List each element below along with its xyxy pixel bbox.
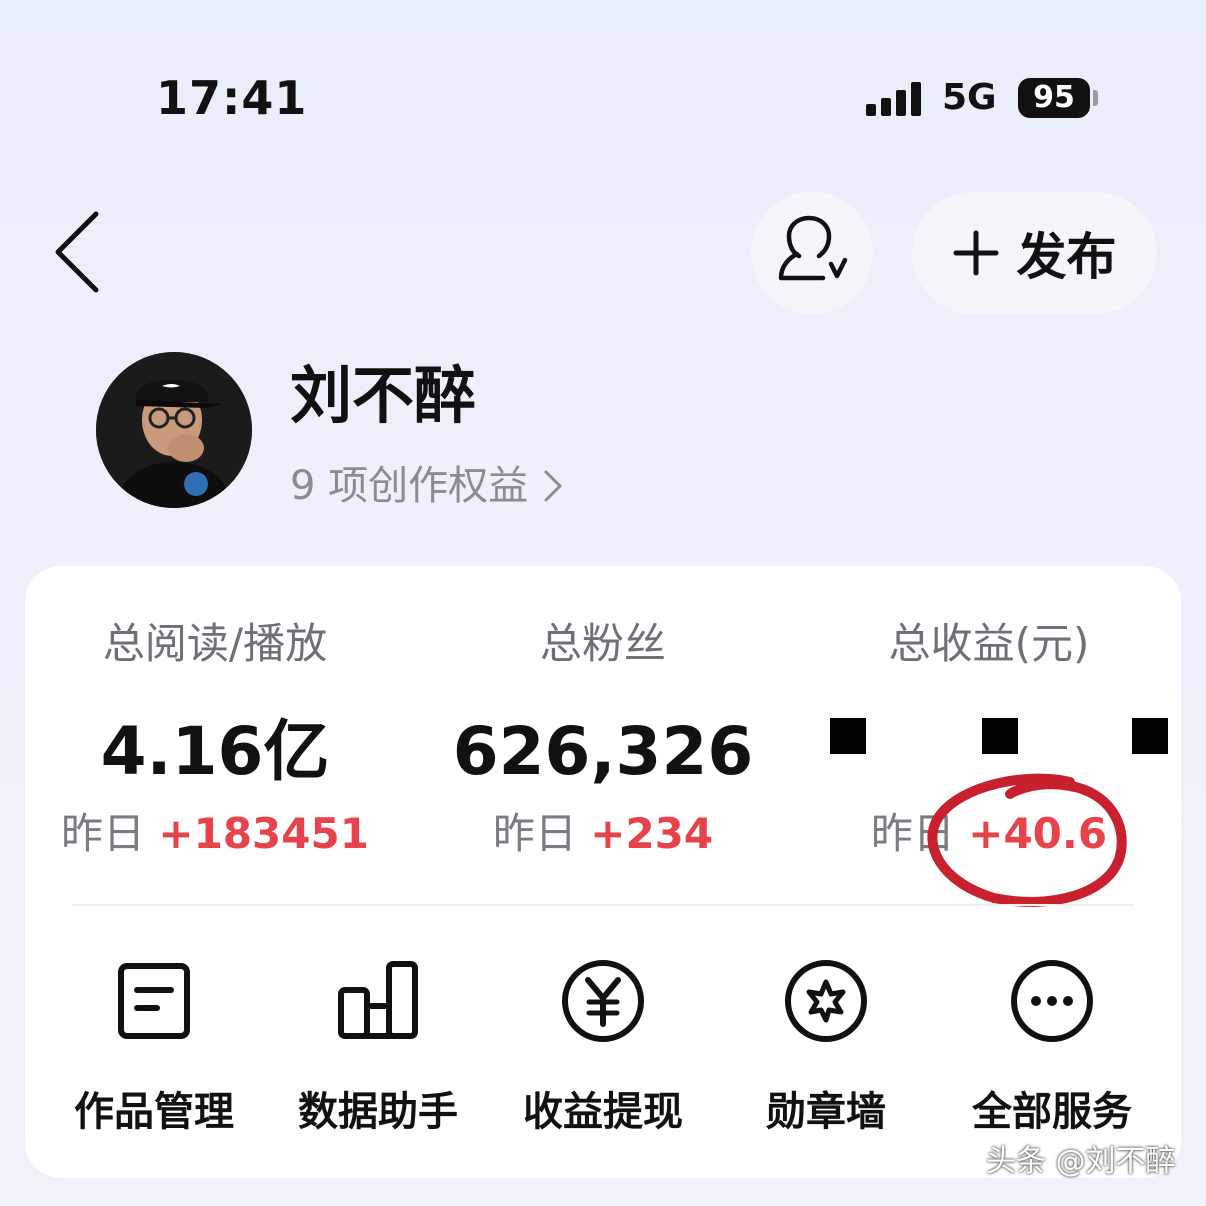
delta-prefix: 昨日 [61, 809, 146, 858]
watermark: 头条 @刘不醉 [986, 1144, 1176, 1179]
service-label: 勋章墙 [766, 1089, 886, 1135]
profile-button[interactable] [751, 192, 873, 314]
annotation-circle [927, 773, 1127, 907]
service-label: 收益提现 [523, 1089, 683, 1135]
service-medal-wall[interactable]: 勋章墙 [726, 956, 926, 1138]
redaction-block [982, 718, 1018, 754]
user-check-icon [778, 215, 848, 281]
more-icon [1011, 960, 1093, 1042]
publish-button[interactable]: 发布 [912, 192, 1157, 314]
stat-value: 626,326 [452, 713, 754, 790]
plus-icon [953, 230, 998, 276]
publish-label: 发布 [1016, 228, 1117, 286]
service-earnings-withdraw[interactable]: 收益提现 [503, 956, 703, 1138]
medal-icon [785, 960, 867, 1042]
chevron-right-icon [544, 470, 562, 502]
delta-prefix: 昨日 [492, 809, 577, 858]
profile-name: 刘不醉 [290, 359, 477, 432]
stat-value: 4.16亿 [100, 713, 330, 790]
avatar[interactable] [96, 352, 252, 508]
creation-rights-link[interactable]: 9 项创作权益 [290, 458, 564, 514]
service-label: 全部服务 [972, 1089, 1132, 1135]
service-works-management[interactable]: 作品管理 [54, 956, 254, 1138]
delta-value: +183451 [158, 809, 369, 858]
stat-delta: 昨日 +183451 [60, 804, 370, 864]
document-icon [118, 963, 190, 1039]
card-divider [72, 904, 1134, 906]
status-time: 17:41 [156, 71, 308, 125]
back-icon[interactable] [50, 210, 110, 294]
network-label: 5G [942, 77, 997, 118]
service-label: 数据助手 [298, 1089, 458, 1135]
service-label: 作品管理 [74, 1089, 234, 1135]
service-data-assistant[interactable]: 数据助手 [278, 956, 478, 1138]
rights-label: 9 项创作权益 [290, 463, 529, 509]
delta-value: +234 [590, 809, 714, 858]
service-all-services[interactable]: 全部服务 [952, 956, 1152, 1138]
bar-chart-icon [338, 961, 418, 1039]
avatar-image [96, 352, 252, 508]
signal-icon [866, 82, 926, 116]
stat-label: 总阅读/播放 [102, 619, 328, 668]
stat-label: 总收益(元) [888, 619, 1090, 668]
stat-delta: 昨日 +234 [448, 804, 758, 864]
redaction-block [1132, 718, 1168, 754]
battery-icon: 95 [1018, 78, 1090, 118]
redaction-block [830, 718, 866, 754]
stat-total-fans[interactable]: 总粉丝 626,326 昨日 +234 [448, 614, 758, 864]
battery-tip [1093, 90, 1098, 106]
stat-total-reads[interactable]: 总阅读/播放 4.16亿 昨日 +183451 [60, 614, 370, 864]
yuan-icon [562, 960, 644, 1042]
stat-label: 总粉丝 [539, 619, 666, 668]
